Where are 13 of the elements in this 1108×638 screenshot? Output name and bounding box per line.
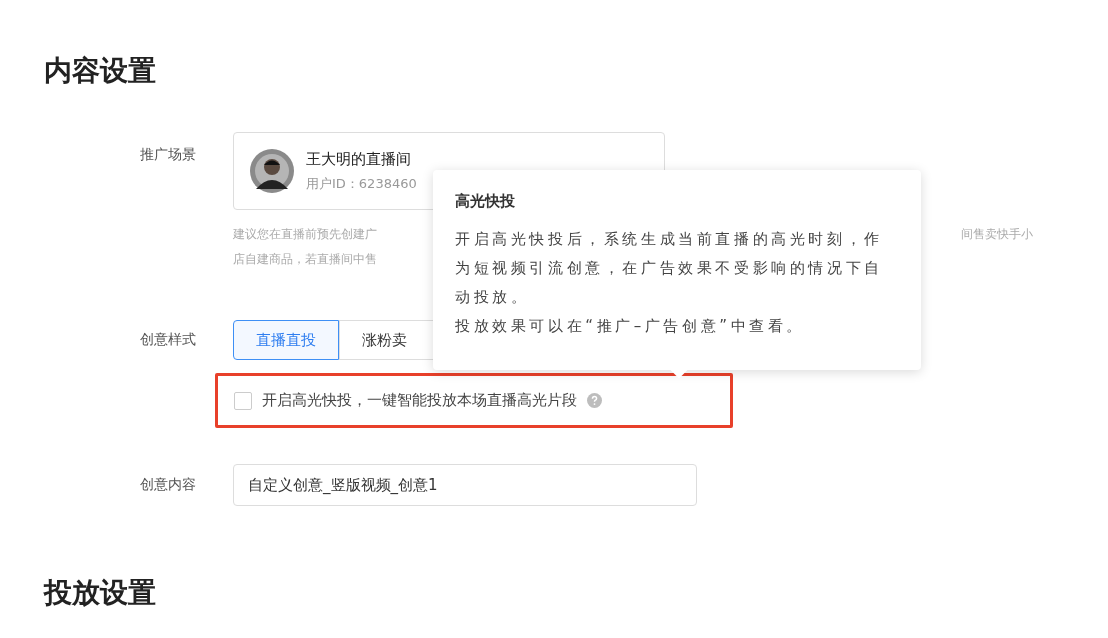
section-heading: 内容设置	[44, 53, 156, 89]
hint-text: 间售卖快手小	[961, 226, 1033, 243]
hint-text: 建议您在直播前预先创建广	[233, 226, 377, 243]
user-id: 用户ID：6238460	[306, 174, 417, 193]
field-label: 创意样式	[140, 331, 197, 349]
field-label: 推广场景	[140, 146, 197, 164]
checkbox-label: 开启高光快投，一键智能投放本场直播高光片段	[262, 391, 577, 410]
field-label: 创意内容	[140, 476, 197, 494]
hint-text: 店自建商品，若直播间中售	[233, 251, 377, 268]
tooltip-text: 开启高光快投后，系统生成当前直播的高光时刻，作为短视频引流创意，在广告效果不受影响的情况下自动投放。	[455, 229, 884, 308]
section-heading: 投放设置	[44, 575, 156, 611]
tooltip-title: 高光快投	[455, 192, 516, 211]
live-room-name: 王大明的直播间	[306, 149, 412, 169]
